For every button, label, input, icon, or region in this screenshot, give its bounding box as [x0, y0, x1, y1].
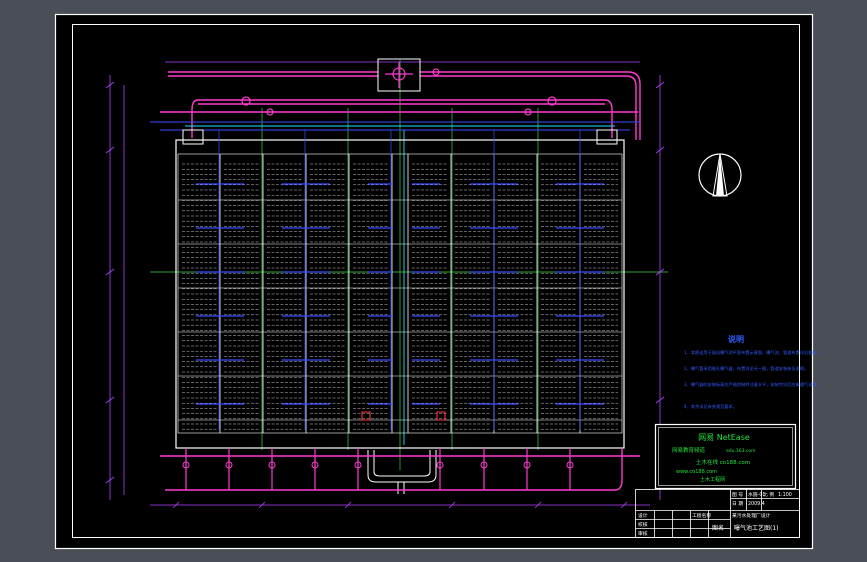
tb-value-2: 2009.4: [748, 501, 765, 507]
note-item-4: 4、其余详见有关规范要求。: [684, 403, 737, 410]
tb-left-label-3: 审核: [638, 530, 648, 537]
tb-left-label-1: 设计: [638, 512, 648, 519]
tb-project-value: 某污水处理厂设计: [732, 512, 771, 519]
logo-url: edu.163.com: [726, 448, 756, 454]
logo-line4: 土木在线 co188.com: [696, 458, 750, 466]
logo-line6: 土木工程网: [700, 476, 725, 483]
note-item-1: 1、本图适用于鼓风曝气池平面布置示意图，曝气池、管道布置详见各图。: [684, 349, 821, 356]
note-item-2: 2、曝气管采用微孔曝气器，布置详见另一图，管道安装参见说明。: [684, 365, 808, 372]
tb-mid-label-1: 图 号: [732, 492, 743, 498]
drawing-canvas: 说明 1、本图适用于鼓风曝气池平面布置示意图，曝气池、管道布置详见各图。 2、曝…: [54, 13, 821, 550]
tb-left-label-2: 校核: [638, 521, 648, 528]
logo-box: 网易 NetEase 网易教育频道 edu.163.com 土木在线 co188…: [654, 423, 797, 490]
tb-mid-label-2: 日 期: [732, 501, 743, 507]
notes-title: 说明: [728, 334, 744, 344]
logo-line5: www.co188.com: [676, 469, 717, 475]
logo-line2: 网易教育频道: [672, 446, 706, 454]
tb-project-label: 工程名称: [692, 512, 711, 519]
logo-brand: 网易 NetEase: [698, 433, 750, 442]
tb-value-1: 水施-01: [748, 491, 765, 498]
tb-drawing-label: 图名: [712, 524, 724, 532]
tb-value-3: 1:100: [778, 492, 792, 498]
tb-drawing-value: 曝气池工艺图(1): [734, 524, 779, 532]
note-item-3: 3、曝气器的安装标高应严格控制并注意水平，安装完毕后应做通气试验。: [684, 381, 821, 388]
